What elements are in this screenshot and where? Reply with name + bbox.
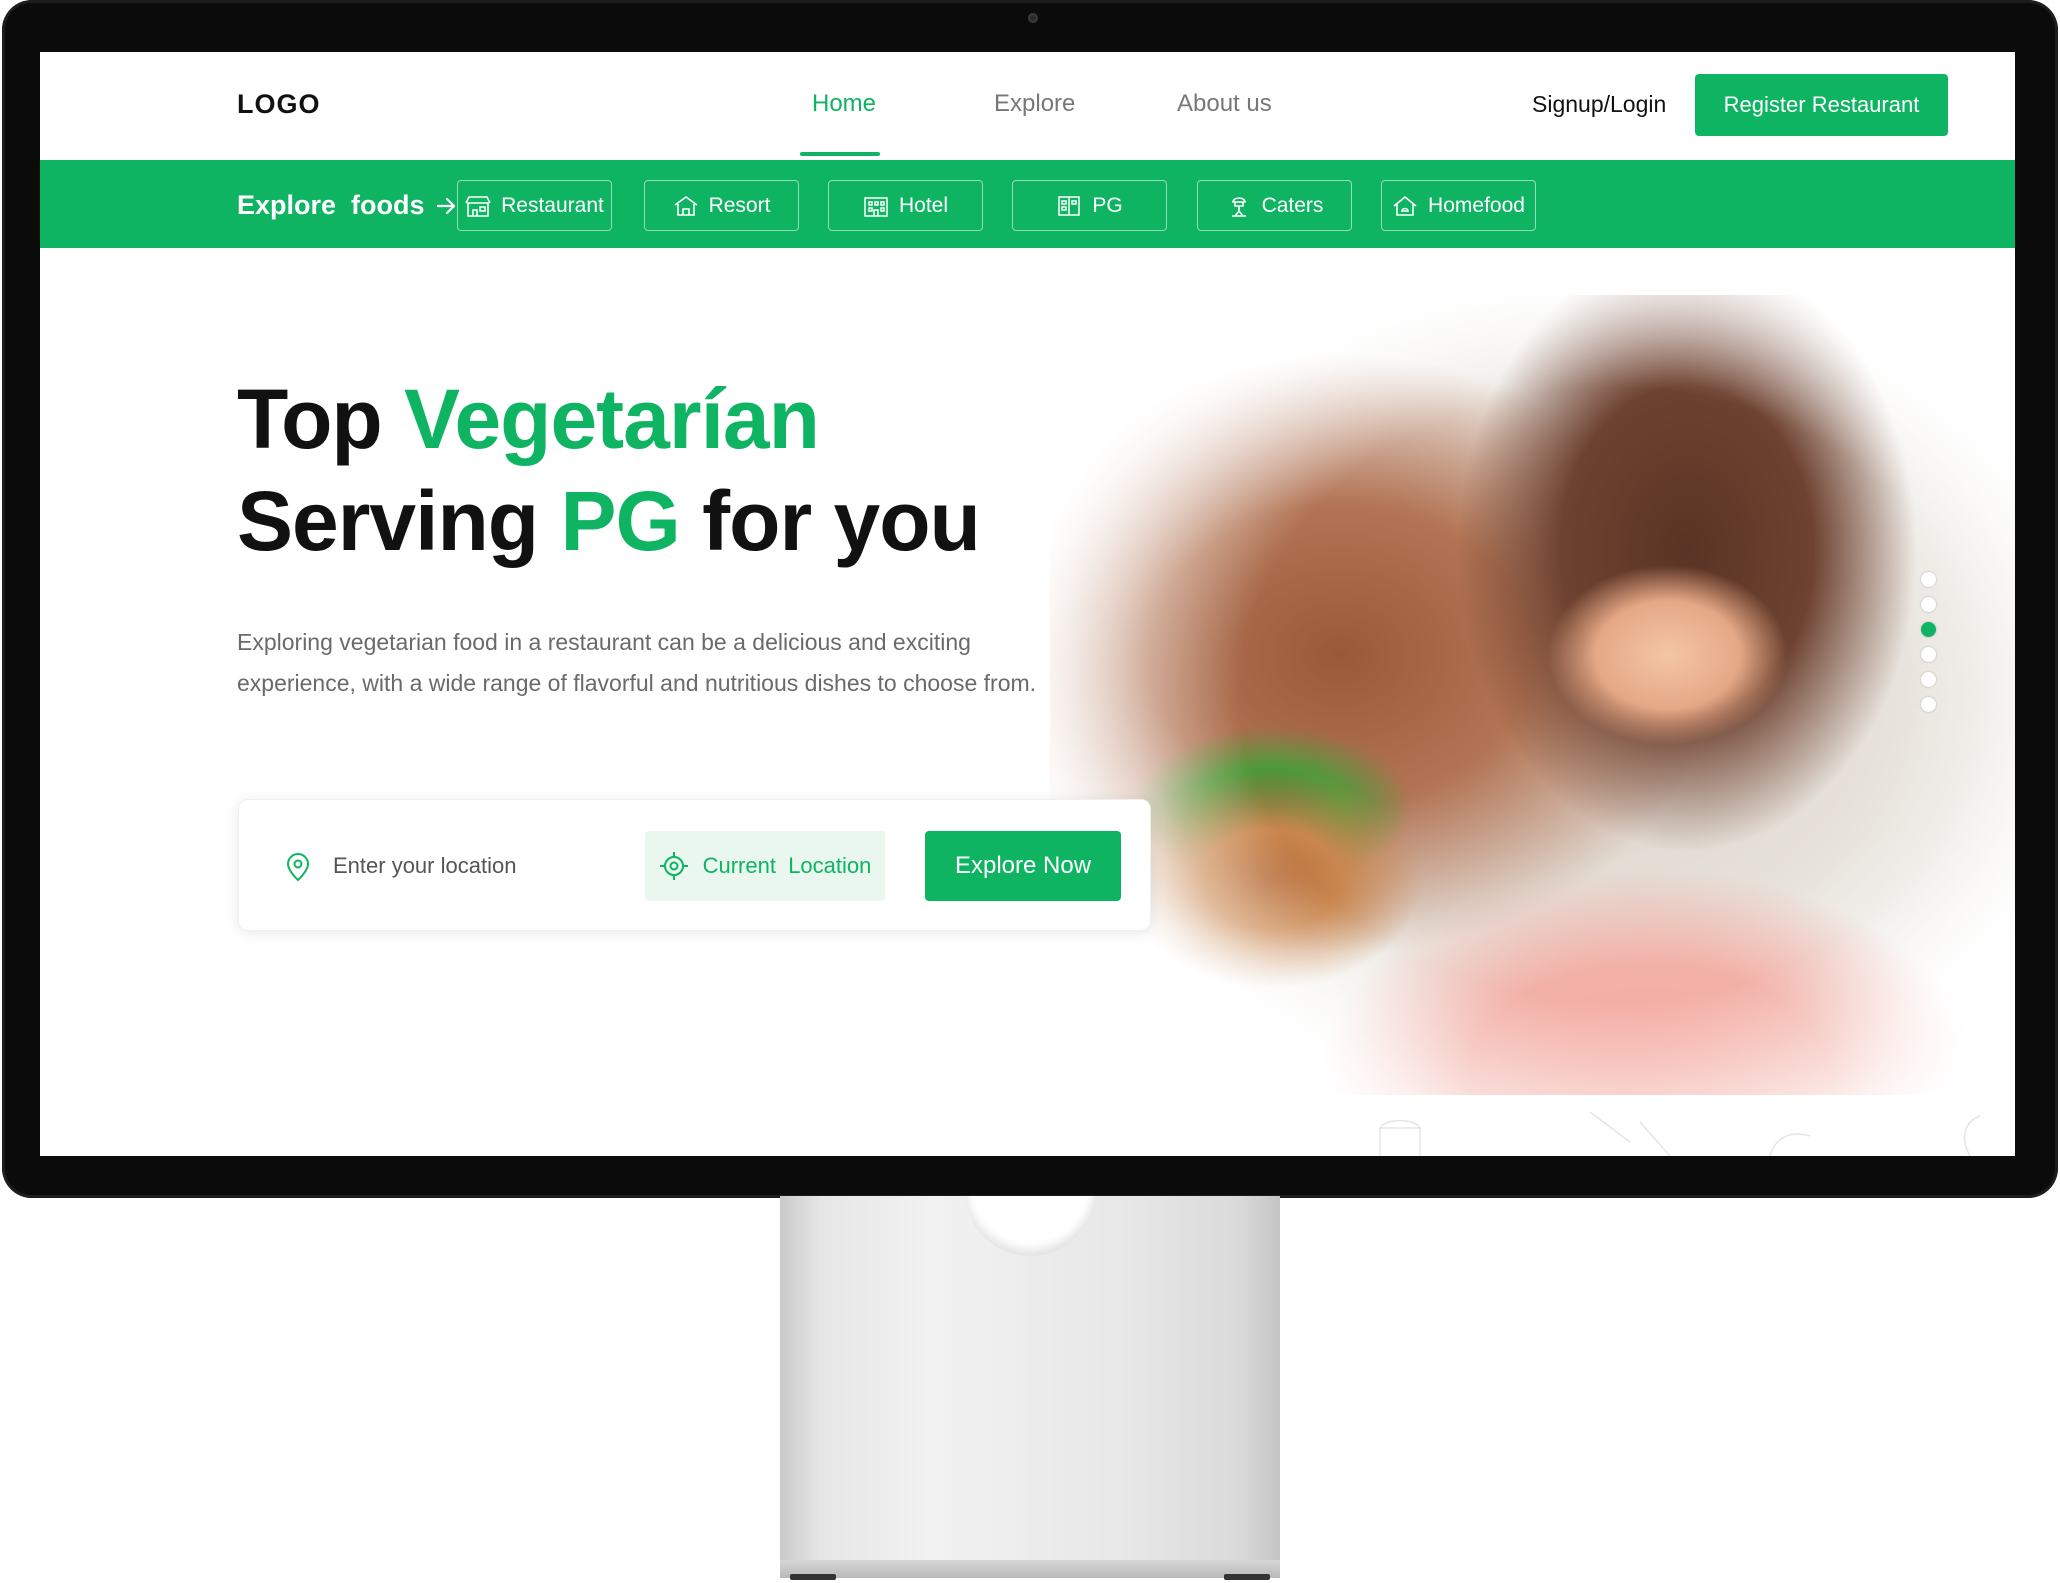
carousel-dot[interactable] <box>1921 697 1936 712</box>
hero-title-highlight: PG <box>560 474 680 568</box>
stand-foot-right <box>1224 1574 1270 1580</box>
category-bar: Explore foods Restaurant Resort Hotel PG… <box>40 160 2015 248</box>
nav-active-indicator <box>800 152 880 156</box>
logo[interactable]: LOGO <box>237 89 321 120</box>
category-resort[interactable]: Resort <box>644 180 799 231</box>
carousel-dot[interactable] <box>1921 572 1936 587</box>
stand-foot-left <box>790 1574 836 1580</box>
monitor-stand-base <box>780 1560 1280 1578</box>
category-label: Hotel <box>898 193 949 217</box>
category-label: Resort <box>708 193 771 217</box>
hero-title-line-1: Top Vegetarían <box>237 368 980 470</box>
category-label: Homefood <box>1428 193 1525 217</box>
category-label: PG <box>1092 193 1123 217</box>
carousel-dots <box>1921 572 1936 712</box>
hero-photo-woman-eating <box>1050 295 2015 1095</box>
category-label: Caters <box>1261 193 1324 217</box>
monitor-stand <box>780 1196 1280 1576</box>
homefood-icon <box>1393 195 1417 216</box>
category-hotel[interactable]: Hotel <box>828 180 983 231</box>
category-restaurant[interactable]: Restaurant <box>457 180 612 231</box>
nav-about-us[interactable]: About us <box>1177 90 1272 118</box>
category-label: Restaurant <box>501 193 604 217</box>
hero-title-line-2: Serving PG for you <box>237 470 981 572</box>
restaurant-icon <box>465 195 491 217</box>
category-homefood[interactable]: Homefood <box>1381 180 1536 231</box>
category-pg[interactable]: PG <box>1012 180 1167 231</box>
current-location-label: Current Location <box>702 853 872 878</box>
stand-cutout <box>965 1196 1095 1256</box>
hero-title-text: Top <box>237 372 405 466</box>
location-search-card: Current Location Explore Now <box>238 799 1151 931</box>
top-header: LOGO Home Explore About us Signup/Login … <box>40 52 2015 160</box>
carousel-dot[interactable] <box>1921 672 1936 687</box>
hero-title: Top Vegetarían Serving PG for you <box>237 368 981 572</box>
hotel-icon <box>864 196 888 217</box>
carousel-dot[interactable] <box>1921 597 1936 612</box>
nav-explore[interactable]: Explore <box>994 90 1075 118</box>
category-caters[interactable]: Caters <box>1197 180 1352 231</box>
hero-description: Exploring vegetarian food in a restauran… <box>237 629 1037 696</box>
register-restaurant-button[interactable]: Register Restaurant <box>1695 74 1948 136</box>
explore-foods-label: Explore foods <box>237 190 425 220</box>
location-pin-icon <box>286 853 310 882</box>
location-input[interactable] <box>331 845 635 887</box>
carousel-dot[interactable] <box>1921 647 1936 662</box>
arrow-right-icon <box>436 197 455 214</box>
camera-icon <box>1028 13 1038 23</box>
pg-icon <box>1058 195 1081 216</box>
carousel-dot-active[interactable] <box>1921 622 1936 637</box>
explore-foods-heading: Explore foods <box>237 190 457 221</box>
current-location-button[interactable]: Current Location <box>645 831 885 901</box>
caters-icon <box>1231 196 1246 217</box>
nav-home[interactable]: Home <box>812 90 876 118</box>
signup-login-link[interactable]: Signup/Login <box>1532 91 1666 118</box>
hero-title-text: for you <box>679 474 981 568</box>
hero-title-highlight: Vegetarían <box>404 372 820 466</box>
resort-icon <box>674 195 698 216</box>
decorative-doodles <box>1379 1112 1981 1156</box>
explore-now-button[interactable]: Explore Now <box>925 831 1121 901</box>
screen: LOGO Home Explore About us Signup/Login … <box>40 52 2015 1156</box>
hero-title-text: Serving <box>237 474 561 568</box>
crosshair-icon <box>659 852 688 880</box>
